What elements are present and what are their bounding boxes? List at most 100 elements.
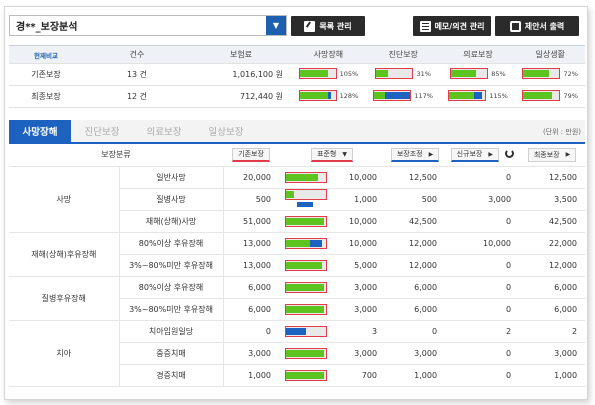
standard-amount: 3,000 bbox=[333, 276, 386, 299]
coverage-category: 사망 bbox=[9, 166, 120, 233]
gauge-fill bbox=[523, 70, 550, 77]
chevron-down-icon[interactable]: ▼ bbox=[266, 16, 286, 35]
new-amount: 3,000 bbox=[445, 188, 520, 211]
gauge-percent: 117% bbox=[414, 91, 433, 100]
summary-table: 현재비교 건수 보험료 사망장해 진단보장 의료보장 일상생활 기존보장 13 건… bbox=[9, 45, 585, 108]
summary-header: 사망장해 bbox=[291, 45, 366, 64]
adjusted-amount: 12,500 bbox=[385, 166, 446, 189]
list-manage-button[interactable]: 목록 관리 bbox=[291, 16, 365, 36]
gauge-bar bbox=[375, 68, 414, 79]
coverage-item: 치아임원일당 bbox=[119, 320, 224, 343]
coverage-bar bbox=[285, 215, 328, 227]
print-icon bbox=[509, 20, 521, 32]
standard-amount: 1,000 bbox=[333, 188, 386, 211]
gauge-fill-blue bbox=[385, 92, 411, 99]
gauge-bar bbox=[522, 90, 561, 101]
table-row: 치아 치아임원일당 0 3 0 2 2 bbox=[9, 320, 586, 387]
customer-name: 경**_보장분석 bbox=[16, 22, 78, 33]
adjust-header-cell: 보장조정 ▶ bbox=[385, 144, 446, 167]
summary-bar-cell: 79% bbox=[515, 85, 585, 108]
gauge-fill-blue bbox=[327, 92, 332, 99]
tab-death-disability[interactable]: 사망장해 bbox=[9, 120, 71, 142]
gauge-percent: 128% bbox=[339, 91, 359, 100]
memo-manage-label: 메모/의견 관리 bbox=[434, 21, 485, 31]
summary-bar-cell: 85% bbox=[440, 63, 516, 86]
gauge-fill bbox=[374, 92, 386, 99]
coverage-item: 80%이상 후유장해 bbox=[119, 232, 224, 255]
summary-gauge: 72% bbox=[522, 68, 578, 79]
base-coverage-header[interactable]: 기존보장 bbox=[232, 147, 270, 162]
gauge-percent: 85% bbox=[491, 69, 506, 78]
coverage-item: 3%~80%미만 후유장해 bbox=[119, 298, 224, 321]
adjust-coverage-button[interactable]: 보장조정 ▶ bbox=[390, 147, 440, 162]
memo-manage-button[interactable]: 메모/의견 관리 bbox=[413, 16, 491, 36]
summary-header: 건수 bbox=[83, 45, 191, 64]
final-amount: 42,500 bbox=[519, 210, 586, 233]
base-amount: 1,000 bbox=[223, 364, 280, 387]
bar-fill bbox=[286, 371, 325, 379]
new-amount: 0 bbox=[445, 342, 520, 365]
bar-cell bbox=[279, 320, 334, 343]
summary-header: 보험료 bbox=[191, 45, 291, 64]
gauge-bar bbox=[450, 68, 489, 79]
detail-table: 보장분류 기존보장 표준형 ▼ 보장조정 ▶ 신규보장 ▶ 최종보장 ▶ 사망 … bbox=[9, 144, 586, 387]
base-amount: 20,000 bbox=[223, 166, 280, 189]
final-amount: 12,500 bbox=[519, 166, 586, 189]
summary-gauge: 115% bbox=[448, 90, 508, 101]
standard-header-cell: 표준형 ▼ bbox=[279, 144, 386, 167]
table-row: 사망 일반사망 20,000 10,000 12,500 0 12,500 bbox=[9, 166, 586, 233]
new-amount: 0 bbox=[445, 254, 520, 277]
new-coverage-button[interactable]: 신규보장 ▶ bbox=[450, 147, 499, 162]
summary-gauge: 105% bbox=[298, 68, 358, 79]
customer-select[interactable]: 경**_보장분석 ▼ bbox=[9, 15, 287, 36]
standard-amount: 10,000 bbox=[333, 210, 386, 233]
tab-diagnosis[interactable]: 진단보장 bbox=[71, 120, 133, 142]
summary-bar-cell: 31% bbox=[365, 63, 441, 86]
coverage-bar bbox=[285, 171, 328, 183]
summary-count: 13 건 bbox=[83, 63, 191, 86]
final-header-cell: 최종보장 ▶ bbox=[519, 144, 586, 167]
adjusted-amount: 42,500 bbox=[385, 210, 446, 233]
gauge-percent: 31% bbox=[416, 69, 431, 78]
standard-amount: 3,000 bbox=[333, 342, 386, 365]
summary-premium: 1,016,100 원 bbox=[191, 63, 291, 86]
final-amount: 3,000 bbox=[519, 342, 586, 365]
summary-bar-cell: 128% bbox=[291, 85, 366, 108]
edit-icon bbox=[304, 20, 316, 32]
tab-medical[interactable]: 의료보장 bbox=[133, 120, 195, 142]
gauge-percent: 79% bbox=[563, 91, 578, 100]
summary-bar-cell: 105% bbox=[291, 63, 366, 86]
tab-daily-life[interactable]: 일상보장 bbox=[195, 120, 257, 142]
gauge-bar bbox=[298, 90, 337, 101]
coverage-item: 중증치매 bbox=[119, 342, 224, 365]
new-coverage-label: 신규보장 bbox=[456, 150, 483, 159]
standard-amount: 3 bbox=[333, 320, 386, 343]
coverage-category: 치아 bbox=[9, 320, 120, 387]
standard-plan-dropdown[interactable]: 표준형 ▼ bbox=[311, 147, 353, 162]
bar-cell bbox=[279, 166, 334, 189]
bar-cell bbox=[279, 188, 334, 211]
final-amount: 6,000 bbox=[519, 276, 586, 299]
category-header: 보장분류 bbox=[9, 144, 224, 167]
final-coverage-button[interactable]: 최종보장 ▶ bbox=[527, 147, 577, 162]
adjusted-amount: 6,000 bbox=[385, 298, 446, 321]
final-amount: 12,000 bbox=[519, 254, 586, 277]
coverage-bar bbox=[285, 237, 328, 249]
gauge-fill bbox=[523, 92, 552, 99]
base-amount: 500 bbox=[223, 188, 280, 211]
base-amount: 6,000 bbox=[223, 298, 280, 321]
coverage-item: 재해(상해)사망 bbox=[119, 210, 224, 233]
bar-fill bbox=[286, 261, 323, 269]
print-proposal-label: 제안서 출력 bbox=[524, 21, 565, 31]
coverage-category: 재해(상해)후유장해 bbox=[9, 232, 120, 277]
standard-plan-label: 표준형 bbox=[317, 150, 337, 159]
base-amount: 13,000 bbox=[223, 254, 280, 277]
bar-fill bbox=[286, 239, 311, 247]
gauge-fill bbox=[449, 92, 475, 99]
coverage-bar bbox=[285, 369, 328, 381]
base-header: 기존보장 bbox=[223, 144, 280, 167]
print-proposal-button[interactable]: 제안서 출력 bbox=[495, 16, 579, 36]
summary-bar-cell: 72% bbox=[515, 63, 585, 86]
refresh-icon[interactable] bbox=[504, 149, 514, 159]
bar-cell bbox=[279, 298, 334, 321]
